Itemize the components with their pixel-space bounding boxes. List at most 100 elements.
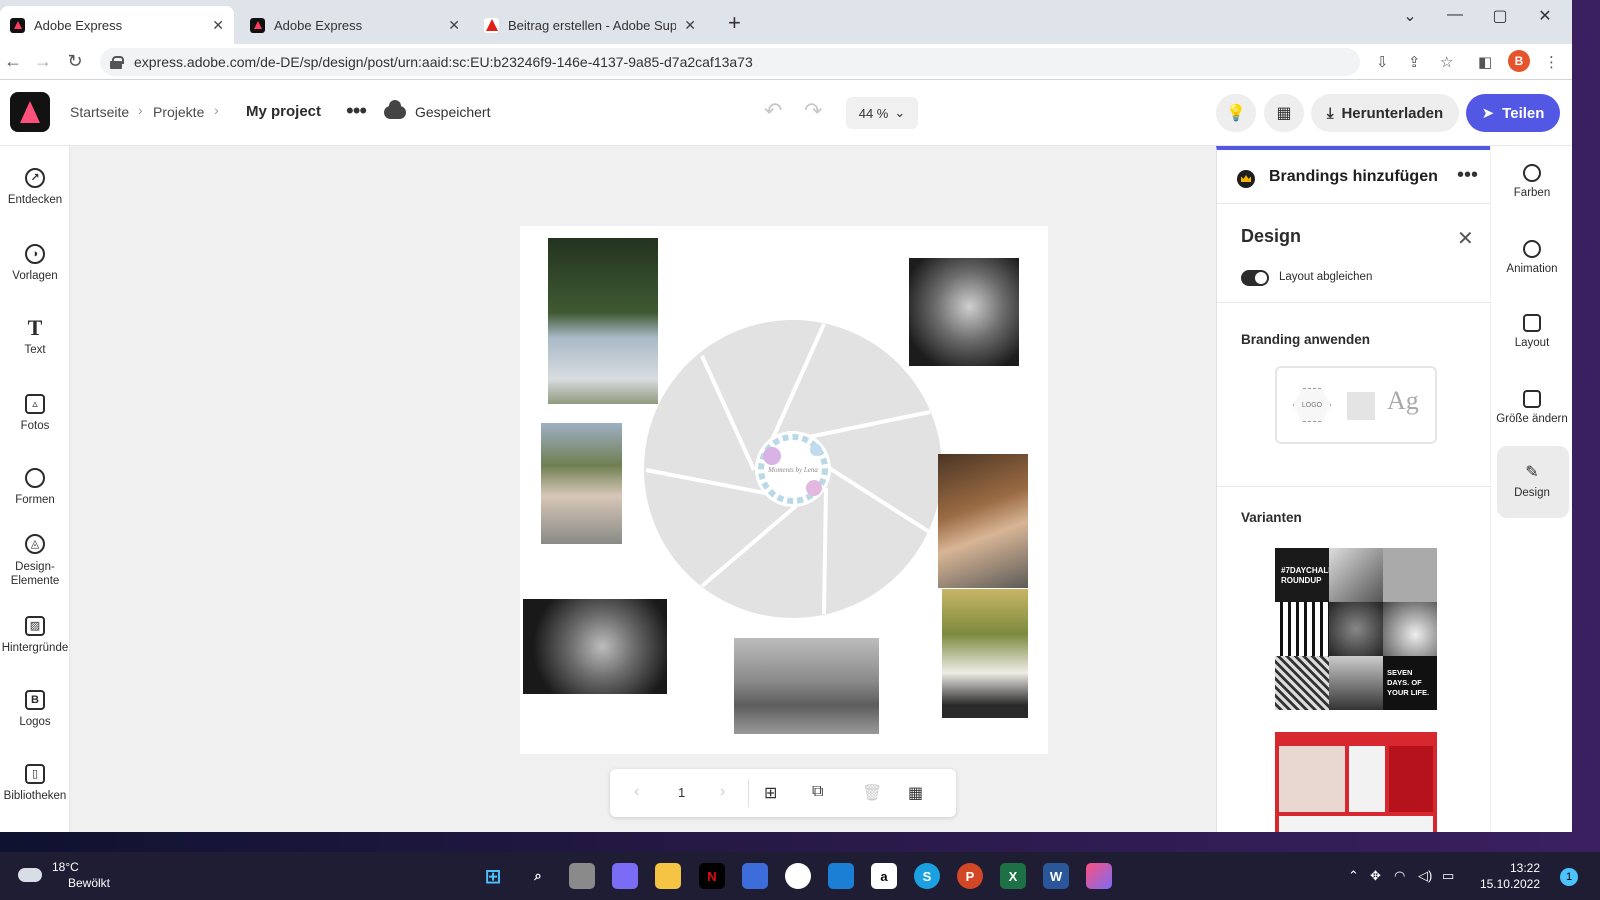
install-app-icon[interactable]: ⇩ xyxy=(1376,53,1389,71)
rail-item-design-elements[interactable]: ◬ Design-Elemente xyxy=(0,534,70,588)
rail-item-text[interactable]: T Text xyxy=(0,317,70,357)
photo-bride-groom[interactable] xyxy=(942,589,1028,718)
photo-woman-sitting[interactable] xyxy=(541,423,622,544)
rail-item-animation[interactable]: Animation xyxy=(1491,240,1572,275)
amazon-icon[interactable]: a xyxy=(871,863,897,889)
prev-page-icon[interactable]: ‹ xyxy=(634,783,639,801)
chrome-icon[interactable] xyxy=(785,863,811,889)
browser-menu-icon[interactable]: ⋮ xyxy=(1544,53,1559,71)
clock[interactable]: 13:22 15.10.2022 xyxy=(1478,860,1540,892)
rail-item-libraries[interactable]: ▯ Bibliotheken xyxy=(0,764,70,802)
delete-page-icon[interactable]: 🗑 xyxy=(862,783,882,803)
calendar-icon[interactable]: ▦ xyxy=(1264,94,1304,132)
rail-item-logos[interactable]: B Logos xyxy=(0,690,70,728)
aperture-graphic[interactable]: Moments by Lena xyxy=(644,320,942,618)
close-window-icon[interactable]: ✕ xyxy=(1530,6,1560,26)
browser-tab-1[interactable]: Adobe Express ✕ xyxy=(0,6,234,44)
left-rail: ↗ Entdecken ◑ Vorlagen T Text ▵ Fotos Fo… xyxy=(0,146,70,832)
share-page-icon[interactable]: ⇪ xyxy=(1408,53,1421,71)
layout-toggle-label: Layout abgleichen xyxy=(1279,271,1373,283)
browser-tab-3[interactable]: Beitrag erstellen - Adobe Suppor ✕ xyxy=(474,6,706,44)
creative-cloud-icon[interactable] xyxy=(1086,863,1112,889)
start-icon[interactable]: ⊞ xyxy=(480,863,506,889)
close-tab-icon[interactable]: ✕ xyxy=(448,17,460,34)
adobe-express-logo[interactable] xyxy=(10,92,50,132)
share-button[interactable]: ➤ Teilen xyxy=(1466,94,1560,132)
teams-icon[interactable] xyxy=(612,863,638,889)
volume-icon[interactable]: ◁) xyxy=(1418,868,1432,884)
notification-badge[interactable]: 1 xyxy=(1560,868,1578,886)
redo-icon[interactable]: ↷ xyxy=(804,98,822,124)
reload-icon[interactable]: ↻ xyxy=(64,51,86,72)
library-icon: ▯ xyxy=(25,764,45,784)
url-bar[interactable]: express.adobe.com/de-DE/sp/design/post/u… xyxy=(100,48,1360,76)
breadcrumb-home[interactable]: Startseite xyxy=(70,104,129,120)
lightbulb-icon[interactable]: 💡 xyxy=(1216,94,1256,132)
netflix-icon[interactable]: N xyxy=(699,863,725,889)
chevron-right-icon: › xyxy=(138,102,143,118)
rail-item-templates[interactable]: ◑ Vorlagen xyxy=(0,244,70,282)
tab-search-chevron-icon[interactable]: ⌄ xyxy=(1395,6,1425,26)
canvas-area[interactable]: Moments by Lena ‹ 1 › ⊞ ⧉ 🗑 ▦ xyxy=(70,146,1216,832)
battery-icon[interactable]: ▭ xyxy=(1442,868,1454,884)
brand-kit-card[interactable]: LOGO Ag xyxy=(1275,366,1437,444)
more-options-icon[interactable]: ••• xyxy=(346,98,367,124)
back-icon[interactable]: ← xyxy=(2,51,24,72)
side-panel-icon[interactable]: ◧ xyxy=(1478,53,1492,71)
rail-item-discover[interactable]: ↗ Entdecken xyxy=(0,168,70,206)
undo-icon[interactable]: ↶ xyxy=(764,98,782,124)
new-tab-icon[interactable]: + xyxy=(728,12,741,34)
excel-icon[interactable]: X xyxy=(1000,863,1026,889)
powerpoint-icon[interactable]: P xyxy=(957,863,983,889)
close-tab-icon[interactable]: ✕ xyxy=(684,17,696,34)
chevron-up-icon[interactable]: ⌃ xyxy=(1348,868,1359,884)
skype-icon[interactable]: S xyxy=(914,863,940,889)
rail-item-resize[interactable]: Größe ändern xyxy=(1491,390,1572,425)
rail-item-design[interactable]: ✎ Design xyxy=(1491,464,1572,499)
dropbox-icon[interactable]: ✥ xyxy=(1370,868,1381,884)
branding-title: Branding anwenden xyxy=(1241,332,1371,347)
maximize-icon[interactable]: ▢ xyxy=(1485,6,1515,26)
word-icon[interactable]: W xyxy=(1043,863,1069,889)
rail-item-layout[interactable]: Layout xyxy=(1491,314,1572,349)
mail-icon[interactable] xyxy=(828,863,854,889)
breadcrumb-projects[interactable]: Projekte xyxy=(153,104,204,120)
more-options-icon[interactable]: ••• xyxy=(1457,164,1478,187)
search-icon[interactable]: ⌕ xyxy=(525,863,551,889)
download-button[interactable]: ⤓ Herunterladen xyxy=(1311,94,1459,132)
grid-view-icon[interactable]: ▦ xyxy=(908,783,923,803)
profile-avatar[interactable]: B xyxy=(1508,50,1530,72)
close-icon[interactable]: ✕ xyxy=(1457,226,1474,251)
photo-wedding-couple[interactable] xyxy=(548,238,658,404)
store-icon[interactable] xyxy=(742,863,768,889)
photo-baby-hands[interactable] xyxy=(523,599,667,694)
add-page-icon[interactable]: ⊞ xyxy=(764,783,777,803)
photo-bw-couple[interactable] xyxy=(909,258,1019,366)
layout-toggle[interactable] xyxy=(1241,270,1269,286)
close-tab-icon[interactable]: ✕ xyxy=(212,17,224,34)
duplicate-page-icon[interactable]: ⧉ xyxy=(812,783,823,801)
brand-title[interactable]: Brandings hinzufügen xyxy=(1269,168,1438,186)
forward-icon[interactable]: → xyxy=(32,51,54,72)
zoom-value: 44 % xyxy=(858,105,889,121)
bookmark-star-icon[interactable]: ☆ xyxy=(1440,53,1453,71)
photo-family-walk[interactable] xyxy=(734,638,879,734)
rail-item-photos[interactable]: ▵ Fotos xyxy=(0,394,70,432)
rail-item-shapes[interactable]: Formen xyxy=(0,468,70,506)
rail-item-backgrounds[interactable]: ▨ Hintergründe xyxy=(0,616,70,654)
browser-tab-2[interactable]: Adobe Express ✕ xyxy=(240,6,470,44)
next-page-icon[interactable]: › xyxy=(720,783,725,801)
variant-thumbnail-1[interactable]: #7DAYCHALLENGE ROUNDUP SEVEN DAYS. OF YO… xyxy=(1275,548,1437,710)
artboard[interactable]: Moments by Lena xyxy=(520,226,1048,754)
task-view-icon[interactable] xyxy=(569,863,595,889)
zoom-select[interactable]: 44 % ⌄ xyxy=(846,97,918,129)
panel-header: Brandings hinzufügen ••• xyxy=(1217,150,1490,204)
variant-thumbnail-2[interactable] xyxy=(1275,732,1437,832)
wifi-icon[interactable]: ◠ xyxy=(1394,868,1405,884)
magic-wand-icon: ✎ xyxy=(1525,464,1539,481)
project-name[interactable]: My project xyxy=(246,103,321,120)
photo-autumn-couple[interactable] xyxy=(938,454,1028,588)
minimize-icon[interactable]: — xyxy=(1440,6,1470,24)
file-explorer-icon[interactable] xyxy=(655,863,681,889)
rail-item-colors[interactable]: Farben xyxy=(1491,164,1572,199)
